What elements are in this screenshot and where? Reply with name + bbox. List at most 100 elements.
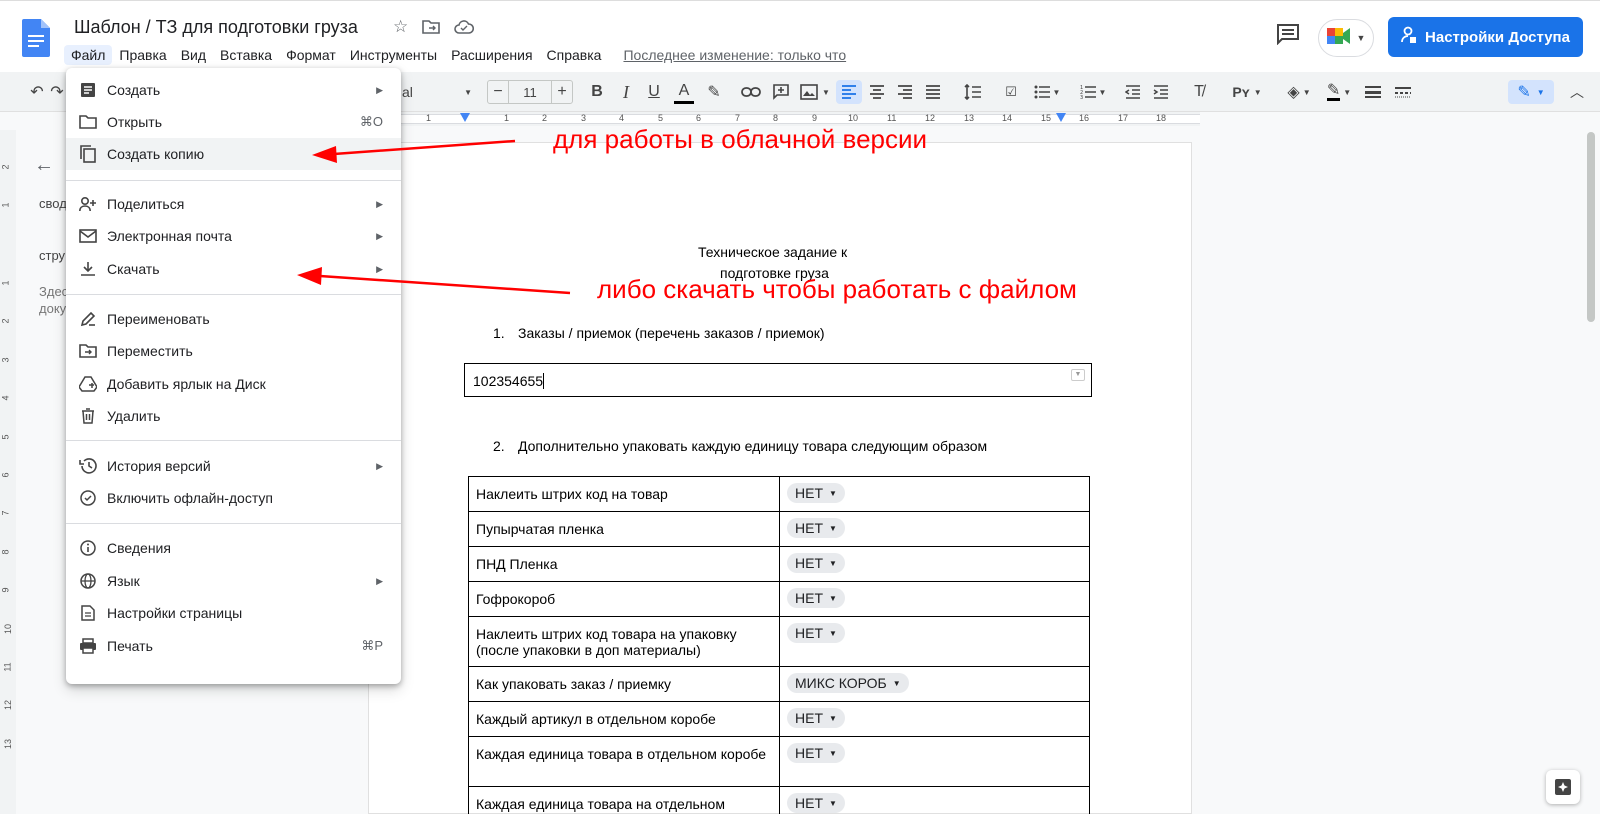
font-name: al — [402, 84, 413, 100]
explore-icon[interactable] — [1546, 770, 1580, 804]
numbered-list-icon[interactable]: 1 2 3 ▼ — [1076, 80, 1110, 104]
increase-indent-icon[interactable] — [1150, 80, 1172, 104]
copy-annotation-text: для работы в облачной версии — [553, 124, 928, 154]
move-folder-icon[interactable] — [422, 17, 441, 37]
menu-item-add-shortcut[interactable]: Добавить ярлык на Диск — [66, 368, 401, 400]
dropdown-chip[interactable]: МИКС КОРОБ ▼ — [787, 673, 909, 693]
menu-separator — [66, 294, 401, 295]
document-title[interactable]: Шаблон / ТЗ для подготовки груза — [74, 17, 358, 38]
bulleted-list-icon[interactable]: ▼ — [1030, 80, 1064, 104]
collapse-toolbar-icon[interactable]: ︿ — [1566, 80, 1588, 104]
meet-button[interactable]: ▼ — [1318, 19, 1374, 57]
menu-item-label: Настройки страницы — [107, 605, 243, 621]
fill-color-icon[interactable]: ◈ ▼ — [1282, 80, 1316, 104]
font-size-input[interactable]: 11 — [509, 80, 551, 104]
border-dash-icon[interactable] — [1392, 80, 1414, 104]
menu-item-rename[interactable]: Переименовать — [66, 303, 401, 335]
dropdown-chip[interactable]: НЕТ ▼ — [787, 623, 845, 643]
menu-item-download[interactable]: Скачать ▶ — [66, 253, 401, 285]
back-arrow-icon[interactable]: ← — [34, 154, 54, 177]
menu-item-email[interactable]: Электронная почта ▶ — [66, 220, 401, 252]
docs-logo-icon[interactable] — [22, 19, 50, 57]
star-icon[interactable]: ☆ — [393, 17, 408, 37]
cloud-saved-icon[interactable] — [454, 17, 475, 37]
input-tools-icon[interactable]: Pʏ ▼ — [1226, 80, 1268, 104]
checklist-icon[interactable]: ☑ — [1000, 80, 1022, 104]
globe-icon — [79, 572, 97, 590]
last-edit-link[interactable]: Последнее изменение: только что — [616, 45, 853, 65]
comments-icon[interactable] — [1276, 23, 1302, 47]
menu-file[interactable]: Файл — [64, 45, 113, 65]
decrease-font-size-button[interactable]: − — [487, 80, 509, 104]
line-spacing-icon[interactable] — [962, 80, 984, 104]
decrease-indent-icon[interactable] — [1122, 80, 1144, 104]
insert-image-icon[interactable]: ▼ — [798, 80, 832, 104]
redo-icon[interactable]: ↷ — [50, 80, 64, 104]
italic-icon[interactable]: I — [616, 80, 636, 104]
table-cell-label: Каждая единица товара в отдельном коробе — [468, 736, 780, 787]
scrollbar-thumb[interactable] — [1587, 132, 1595, 322]
undo-icon[interactable]: ↶ — [26, 80, 48, 104]
vertical-ruler[interactable]: 2 1 1 2 3 4 5 6 7 8 9 10 11 12 13 — [0, 130, 16, 814]
menu-item-delete[interactable]: Удалить — [66, 400, 401, 432]
increase-font-size-button[interactable]: + — [551, 80, 573, 104]
menu-item-print[interactable]: Печать ⌘P — [66, 630, 401, 662]
menu-extensions[interactable]: Расширения — [444, 45, 539, 65]
menu-tools[interactable]: Инструменты — [343, 45, 444, 65]
order-number-value: 102354655 — [473, 373, 544, 389]
align-right-icon[interactable] — [894, 80, 916, 104]
menu-item-details[interactable]: Сведения — [66, 532, 401, 564]
dropdown-chip[interactable]: НЕТ ▼ — [787, 483, 845, 503]
menu-item-version-history[interactable]: История версий ▶ — [66, 450, 401, 482]
rename-icon — [79, 310, 97, 328]
menu-format[interactable]: Формат — [279, 45, 343, 65]
vertical-scrollbar[interactable] — [1580, 130, 1600, 814]
underline-icon[interactable]: U — [644, 80, 664, 104]
dropdown-chip[interactable]: НЕТ ▼ — [787, 553, 845, 573]
menu-view[interactable]: Вид — [174, 45, 213, 65]
table-cell-value: НЕТ ▼ — [779, 736, 1090, 787]
clear-formatting-icon[interactable]: T̸ — [1188, 80, 1210, 104]
chevron-down-icon[interactable]: ▼ — [1071, 369, 1085, 381]
menu-item-open[interactable]: Открыть ⌘O — [66, 106, 401, 138]
dropdown-chip[interactable]: НЕТ ▼ — [787, 588, 845, 608]
menu-item-share[interactable]: Поделиться ▶ — [66, 188, 401, 220]
highlight-icon[interactable]: ✎ — [704, 80, 724, 104]
ruler-number: 13 — [964, 113, 975, 123]
menu-item-language[interactable]: Язык ▶ — [66, 565, 401, 597]
dropdown-chip[interactable]: НЕТ ▼ — [787, 743, 845, 763]
font-select[interactable]: al ▼ — [398, 80, 476, 104]
menu-item-page-setup[interactable]: Настройки страницы — [66, 597, 401, 629]
table-cell-value: МИКС КОРОБ ▼ — [779, 666, 1090, 702]
menu-separator — [66, 440, 401, 441]
ruler-number: 10 — [848, 113, 859, 123]
add-comment-icon[interactable] — [770, 80, 792, 104]
table-row: Наклеить штрих код на товар НЕТ ▼ — [468, 476, 1090, 512]
dropdown-chip[interactable]: НЕТ ▼ — [787, 708, 845, 728]
link-icon[interactable] — [740, 80, 762, 104]
menu-help[interactable]: Справка — [540, 45, 609, 65]
bold-icon[interactable]: B — [587, 80, 607, 104]
border-width-icon[interactable] — [1362, 80, 1384, 104]
share-button[interactable]: Настройки Доступа — [1388, 17, 1583, 57]
editing-mode-icon[interactable]: ✎ ▼ — [1508, 80, 1554, 104]
dropdown-chip[interactable]: НЕТ ▼ — [787, 793, 845, 813]
order-number-field[interactable]: 102354655 ▼ — [464, 363, 1092, 397]
menu-insert[interactable]: Вставка — [213, 45, 279, 65]
menu-item-new[interactable]: Создать ▶ — [66, 74, 401, 106]
menu-item-make-copy[interactable]: Создать копию — [66, 138, 401, 170]
submenu-arrow-icon: ▶ — [376, 575, 383, 586]
download-annotation-text: либо скачать чтобы работать с файлом — [597, 274, 1077, 304]
justify-icon[interactable] — [922, 80, 944, 104]
border-color-icon[interactable]: ✎ ▼ — [1322, 80, 1356, 104]
menu-item-label: История версий — [107, 458, 211, 474]
chevron-down-icon: ▼ — [464, 87, 472, 97]
menu-edit[interactable]: Правка — [112, 45, 173, 65]
menu-item-move[interactable]: Переместить — [66, 335, 401, 367]
align-center-icon[interactable] — [866, 80, 888, 104]
align-left-icon[interactable] — [836, 80, 862, 104]
dropdown-chip[interactable]: НЕТ ▼ — [787, 518, 845, 538]
menu-item-offline[interactable]: Включить офлайн-доступ — [66, 482, 401, 514]
table-cell-label: Наклеить штрих код на товар — [468, 476, 780, 512]
text-color-icon[interactable]: A — [674, 80, 694, 104]
